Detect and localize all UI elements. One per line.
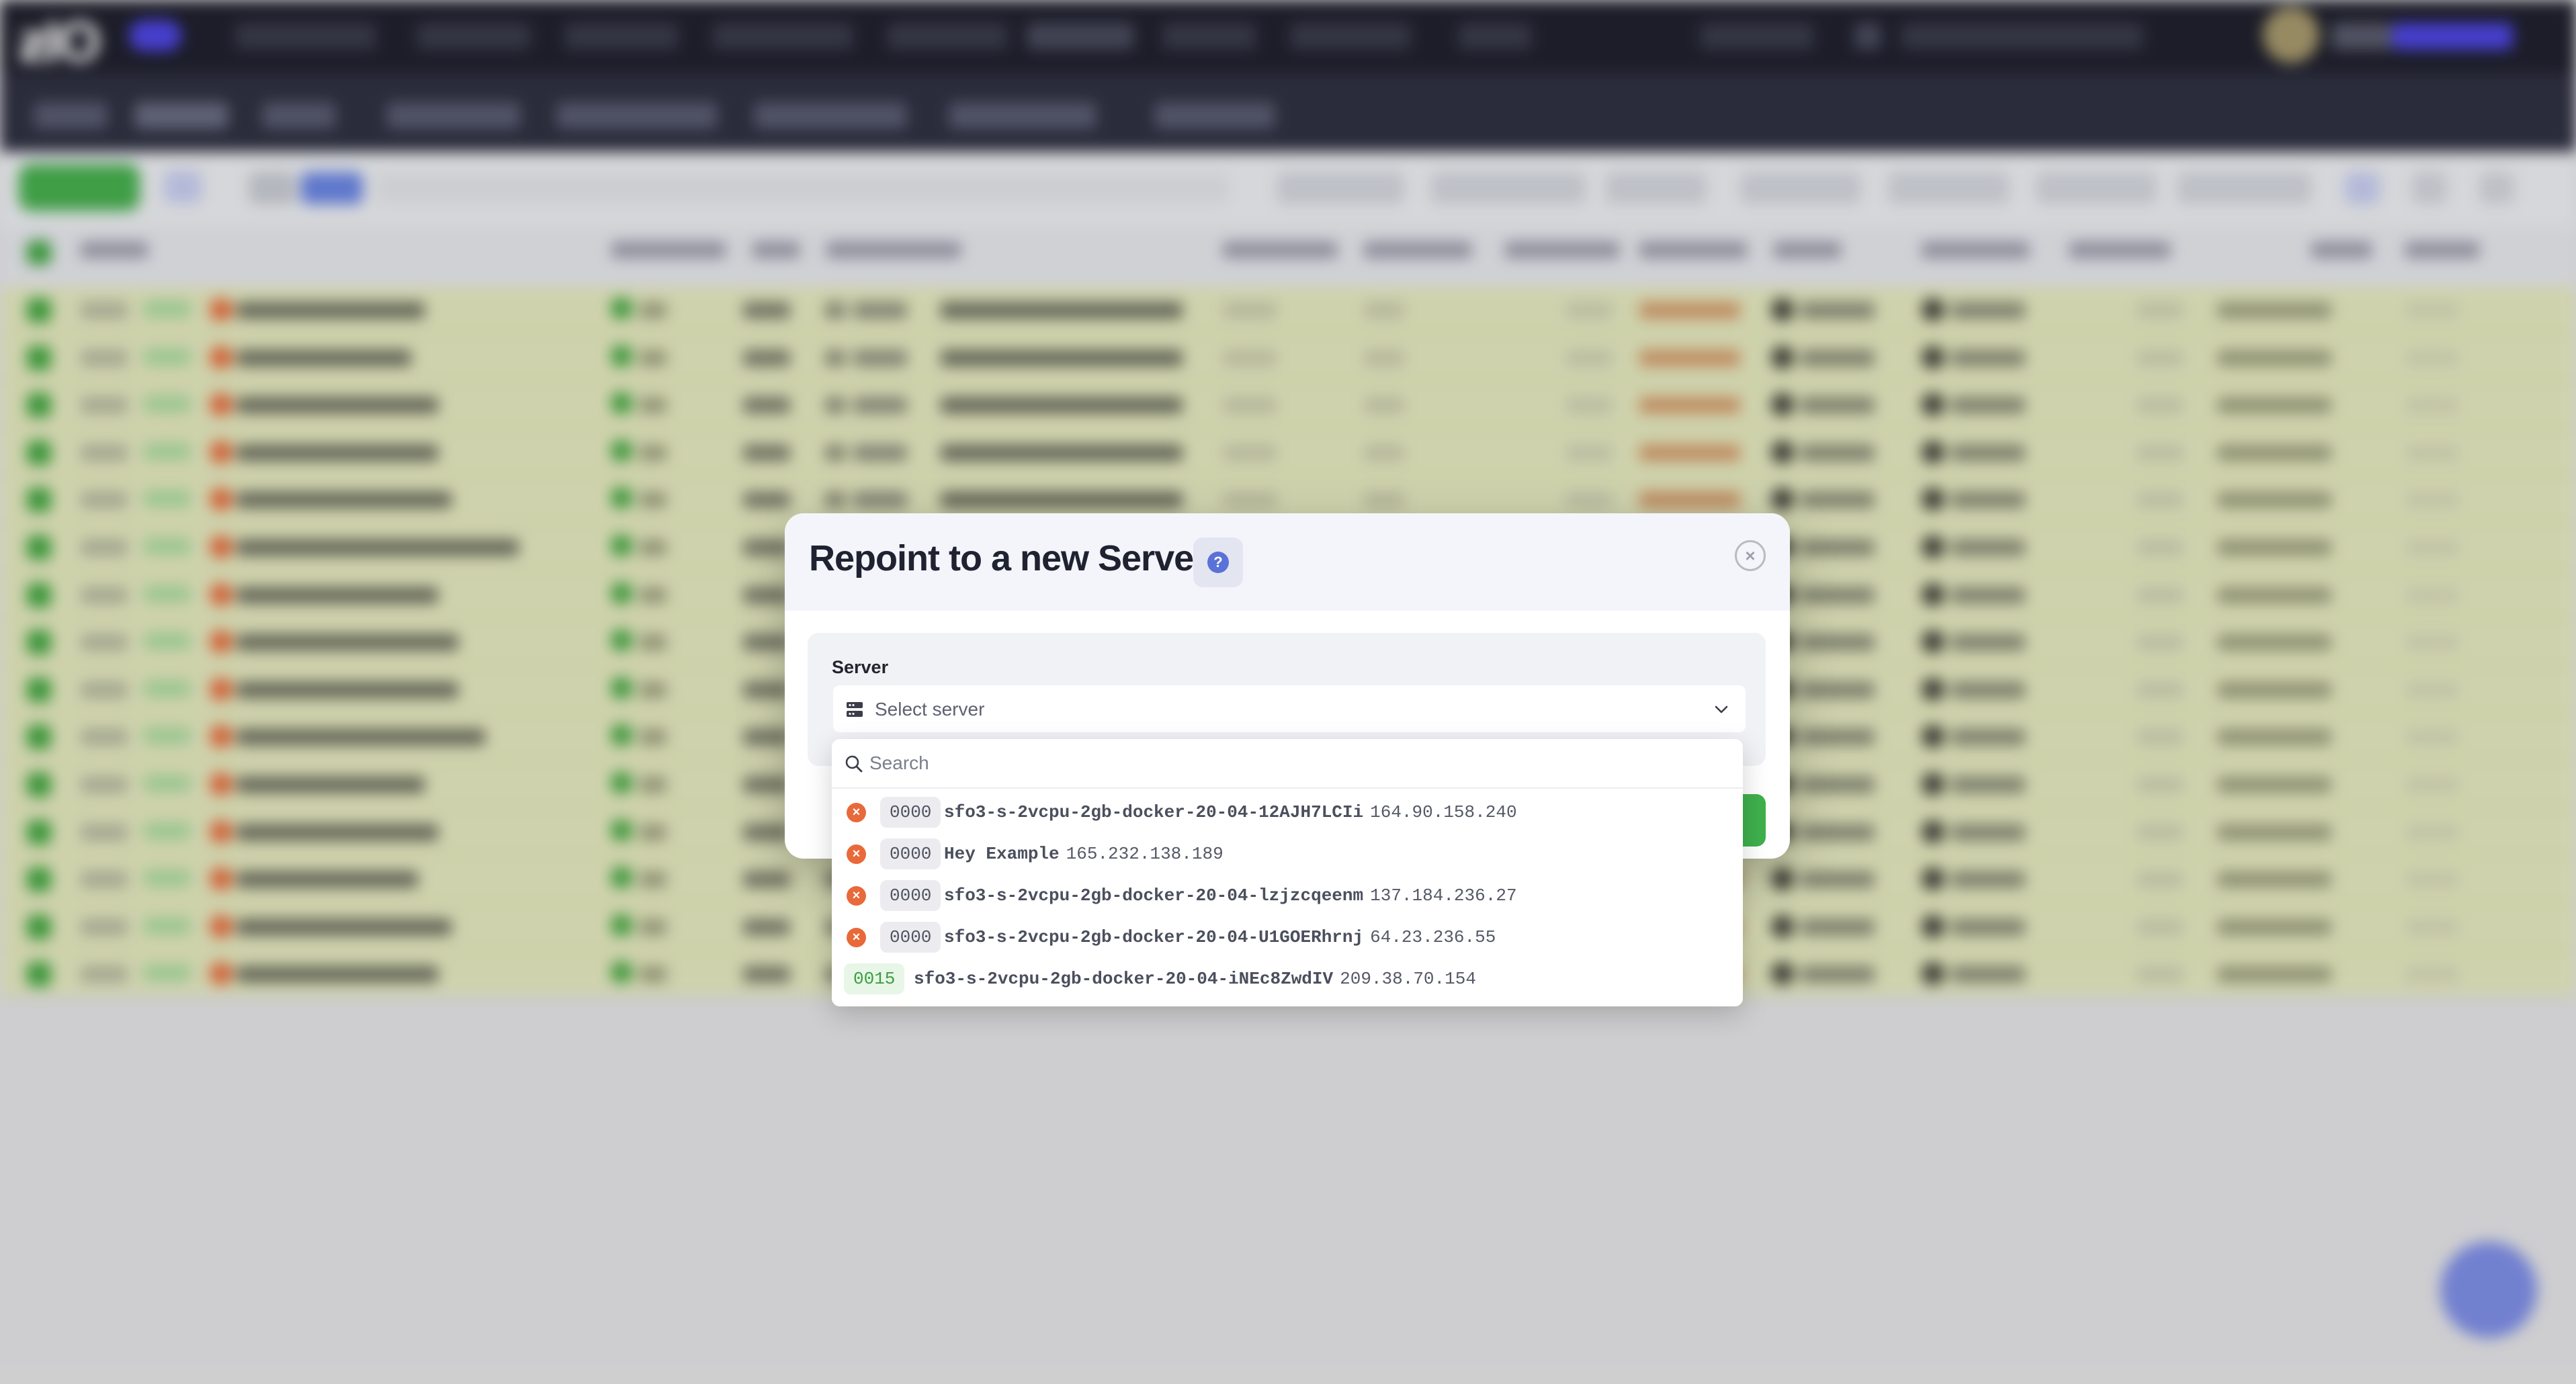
question-mark-icon: ? — [1207, 552, 1229, 573]
close-button[interactable]: × — [1735, 540, 1766, 571]
server-code-badge: 0000 — [880, 880, 941, 911]
server-code-badge: 0015 — [844, 963, 905, 994]
server-ip: 64.23.236.55 — [1370, 927, 1496, 947]
error-status-icon: × — [847, 845, 866, 864]
server-option-text: Hey Example 165.232.138.189 — [944, 844, 1223, 864]
server-code-badge: 0000 — [880, 797, 941, 828]
server-option[interactable]: × 0000 sfo3-s-2vcpu-2gb-docker-20-04-12AJH… — [832, 791, 1743, 833]
server-name: Hey Example — [944, 844, 1060, 864]
server-ip: 164.90.158.240 — [1370, 802, 1517, 822]
server-name: sfo3-s-2vcpu-2gb-docker-20-04-lzjzcqeenm — [944, 885, 1364, 906]
server-ip: 209.38.70.154 — [1340, 969, 1476, 989]
server-ip: 137.184.236.27 — [1370, 885, 1517, 906]
modal-title: Repoint to a new Server — [809, 538, 1207, 578]
error-status-icon: × — [847, 928, 866, 947]
server-ip: 165.232.138.189 — [1066, 844, 1223, 864]
server-option[interactable]: × 0000 sfo3-s-2vcpu-2gb-docker-20-04-U1GOE… — [832, 916, 1743, 958]
server-option[interactable]: × 0000 Hey Example 165.232.138.189 — [832, 833, 1743, 875]
server-code-badge: 0000 — [880, 922, 941, 953]
search-icon — [845, 755, 863, 773]
server-name: sfo3-s-2vcpu-2gb-docker-20-04-U1GOERhrnj — [944, 927, 1364, 947]
server-dropdown: ×0000sfo3-s-2vcpu-2gb-docker-20-04-12AJH… — [832, 739, 1743, 1006]
server-name: sfo3-s-2vcpu-2gb-docker-20-04-12AJH7LCIi — [944, 802, 1364, 822]
server-option-text: sfo3-s-2vcpu-2gb-docker-20-04-lzjzcqeenm… — [944, 885, 1517, 906]
server-option-text: sfo3-s-2vcpu-2gb-docker-20-04-U1GOERhrnj… — [944, 927, 1496, 947]
server-option-text: sfo3-s-2vcpu-2gb-docker-20-04-12AJH7LCIi… — [944, 802, 1517, 822]
dropdown-search — [832, 739, 1743, 789]
server-select-placeholder: Select server — [875, 699, 985, 720]
modal-header: Repoint to a new Server ? × — [785, 513, 1790, 611]
error-status-icon: × — [847, 886, 866, 906]
server-field-label: Server — [832, 657, 889, 677]
server-code-badge: 0000 — [880, 838, 941, 869]
server-option-text: sfo3-s-2vcpu-2gb-docker-20-04-iNEc8ZwdIV… — [914, 969, 1476, 989]
server-option[interactable]: 0015 sfo3-s-2vcpu-2gb-docker-20-04-iNEc8Z… — [832, 958, 1743, 1000]
dropdown-search-input[interactable] — [869, 748, 1729, 778]
chevron-down-icon[interactable] — [1712, 700, 1731, 719]
server-name: sfo3-s-2vcpu-2gb-docker-20-04-iNEc8ZwdIV — [914, 969, 1334, 989]
server-icon — [847, 702, 863, 717]
help-button[interactable]: ? — [1193, 537, 1243, 587]
error-status-icon: × — [847, 803, 866, 822]
server-option[interactable]: × 0000 sfo3-s-2vcpu-2gb-docker-20-04-lzjzc… — [832, 875, 1743, 916]
server-select[interactable]: Select server — [833, 685, 1746, 732]
